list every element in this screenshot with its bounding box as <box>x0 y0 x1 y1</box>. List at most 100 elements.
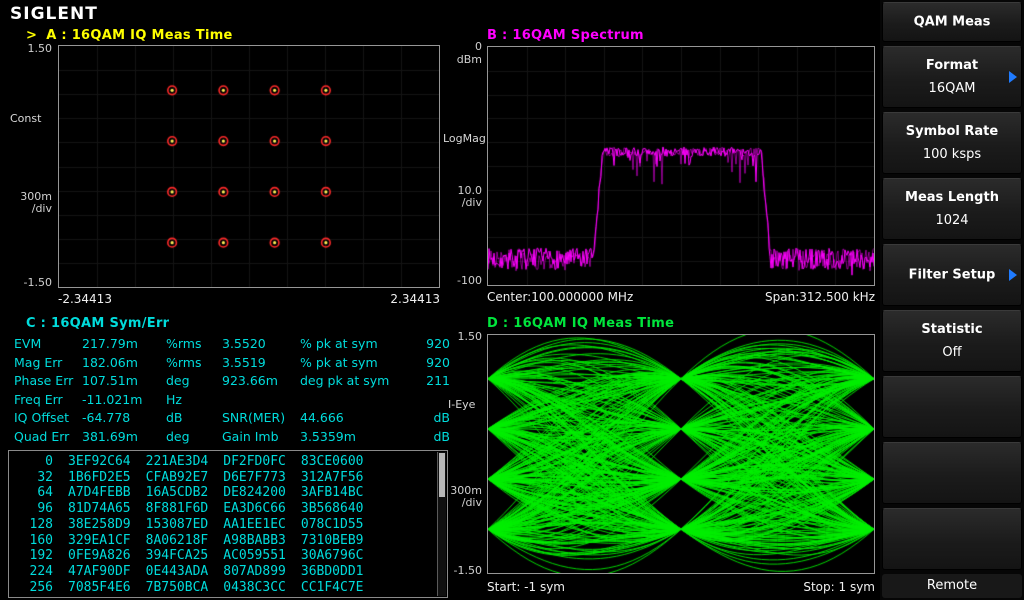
d-stop-label: Stop: 1 sym <box>803 580 875 594</box>
softkey-blank-2 <box>882 442 1022 504</box>
a-y-bottom-label: -1.50 <box>23 276 52 289</box>
softkey-menu: QAM Meas Format 16QAM Symbol Rate 100 ks… <box>880 0 1024 600</box>
meas-cell: 3.5519 <box>222 354 266 370</box>
meas-cell: Hz <box>166 391 182 407</box>
meas-cell: 44.666 <box>300 410 344 425</box>
d-trace-format-label: I-Eye <box>448 398 476 411</box>
meas-cell: IQ Offset <box>14 410 70 425</box>
d-y-top-label: 1.50 <box>457 330 483 343</box>
symbol-table-row: 96 81D74A65 8F881F6D EA3D6C66 3B568640 <box>37 501 364 517</box>
a-scale-per-div-unit: /div <box>31 202 52 215</box>
meas-cell: SNR(MER) <box>222 410 286 425</box>
remote-status[interactable]: Remote <box>882 574 1022 598</box>
menu-title-label: QAM Meas <box>913 14 991 30</box>
softkey-symbol-rate-label: Symbol Rate <box>905 124 999 139</box>
submenu-arrow-icon <box>1009 269 1017 281</box>
panel-c-title: C : 16QAM Sym/Err <box>26 316 170 331</box>
meas-cell: Quad Err <box>14 428 70 444</box>
meas-cell: %rms <box>166 336 202 351</box>
b-scale-type-label: LogMag <box>443 132 486 145</box>
active-window-marker: > <box>26 28 38 43</box>
b-scale-per-div-unit: /div <box>461 196 482 209</box>
panel-a-constellation[interactable]: > A : 16QAM IQ Meas Time 1.50 Const 300m … <box>6 26 452 310</box>
softkey-blank-1 <box>882 376 1022 438</box>
softkey-symbol-rate-value: 100 ksps <box>922 147 982 162</box>
sym-err-meas-table: EVM 217.79m %rms 3.5520% pk at sym 920 Mag Er… <box>14 336 450 447</box>
meas-cell: -64.778 <box>82 410 131 425</box>
meas-cell: deg <box>166 373 190 388</box>
constellation-canvas <box>59 46 439 287</box>
a-trace-format-label: Const <box>10 112 42 125</box>
symbol-table-row: 128 38E258D9 153087ED AA1EE1EC 078C1D55 <box>29 516 364 532</box>
meas-cell: % pk at sym <box>300 336 378 351</box>
meas-cell: deg pk at sym <box>300 373 390 388</box>
d-start-label: Start: -1 sym <box>487 580 565 594</box>
d-y-bottom-label: -1.50 <box>453 564 482 577</box>
symbol-table-row: 0 3EF92C64 221AE3D4 DF2FD0FC 83CE0600 <box>45 454 364 469</box>
eye-plot-area <box>487 334 875 574</box>
panel-b-spectrum[interactable]: B : 16QAM Spectrum 0 dBm LogMag 10.0 /di… <box>440 26 880 310</box>
symbol-table-box: 0 3EF92C64 221AE3D4 DF2FD0FC 83CE0600 32 1B6FD… <box>8 450 448 598</box>
symbol-table-row: 160 329EA1CF 8A06218F A98BABB3 7310BEB9 <box>29 532 364 548</box>
softkey-symbol-rate[interactable]: Symbol Rate 100 ksps <box>882 112 1022 174</box>
softkey-statistic-value: Off <box>942 345 962 360</box>
meas-cell: Phase Err <box>14 373 74 388</box>
meas-cell <box>222 392 300 411</box>
meas-cell: Mag Err <box>14 354 63 370</box>
meas-cell: 107.51m <box>82 373 138 388</box>
softkey-format-value: 16QAM <box>928 81 976 96</box>
meas-cell: %rms <box>166 354 202 370</box>
b-ref-unit-label: dBm <box>456 53 482 66</box>
softkey-blank-3 <box>882 508 1022 570</box>
meas-cell: 3.5359m <box>300 428 356 444</box>
submenu-arrow-icon <box>1009 71 1017 83</box>
meas-cell: deg <box>166 428 190 444</box>
b-span-label: Span:312.500 kHz <box>765 290 875 304</box>
meas-cell: dB <box>166 410 183 425</box>
b-center-freq-label: Center:100.000000 MHz <box>487 290 634 304</box>
panel-c-sym-err[interactable]: C : 16QAM Sym/Err EVM 217.79m %rms 3.5520 % … <box>6 312 452 600</box>
symbol-table-row: 192 0FE9A826 394FCA25 AC059551 30A6796C <box>29 548 364 564</box>
meas-cell: Freq Err <box>14 391 63 407</box>
meas-cell: Gain Imb <box>222 428 279 444</box>
a-x-left-label: -2.34413 <box>58 292 112 306</box>
analyzer-screen: SIGLENT > A : 16QAM IQ Meas Time 1.50 Con… <box>0 0 1024 600</box>
meas-cell: 182.06m <box>82 354 138 370</box>
meas-cell <box>300 392 412 411</box>
meas-cell: EVM <box>14 336 42 351</box>
panel-a-title: A : 16QAM IQ Meas Time <box>46 28 233 43</box>
panel-d-title: D : 16QAM IQ Meas Time <box>487 316 675 331</box>
softkey-meas-length-label: Meas Length <box>905 190 999 205</box>
softkey-meas-length-value: 1024 <box>935 213 969 228</box>
softkey-meas-length[interactable]: Meas Length 1024 <box>882 178 1022 240</box>
meas-cell: % pk at sym <box>300 354 378 370</box>
panel-b-title: B : 16QAM Spectrum <box>487 28 644 43</box>
softkey-format-label: Format <box>925 58 979 73</box>
spectrum-canvas <box>488 47 874 285</box>
panel-d-eye-diagram[interactable]: D : 16QAM IQ Meas Time 1.50 I-Eye 300m /… <box>440 312 880 600</box>
symbol-table-rows: 0 3EF92C64 221AE3D4 DF2FD0FC 83CE0600 32 1B6FD… <box>17 454 364 595</box>
constellation-plot-area <box>58 45 440 288</box>
eye-canvas <box>488 335 874 573</box>
meas-cell: 923.66m <box>222 373 278 388</box>
softkey-format[interactable]: Format 16QAM <box>882 46 1022 108</box>
softkey-statistic[interactable]: Statistic Off <box>882 310 1022 372</box>
softkey-filter-setup-label: Filter Setup <box>908 267 996 283</box>
b-ref-level-label: 0 <box>475 40 482 53</box>
symbol-table-row: 64 A7D4FEBB 16A5CDB2 DE824200 3AFB14BC <box>37 485 364 501</box>
spectrum-plot-area <box>487 46 875 286</box>
meas-cell: 381.69m <box>82 428 138 444</box>
softkey-statistic-label: Statistic <box>921 322 983 337</box>
siglent-logo: SIGLENT <box>10 4 98 24</box>
meas-cell: 3.5520 <box>222 336 266 351</box>
symbol-table-row: 224 47AF90DF 0E443ADA 807AD899 36BD0DD1 <box>29 563 364 579</box>
symbol-table-row: 256 7085F4E6 7B750BCA 0438C3CC CC1F4C7E <box>29 579 364 595</box>
symbol-table-row: 32 1B6FD2E5 CFAB92E7 D6E7F773 312A7F56 <box>37 469 364 485</box>
b-y-bottom-label: -100 <box>457 274 482 287</box>
meas-cell: -11.021m <box>82 391 143 407</box>
d-scale-per-div-unit: /div <box>461 496 482 509</box>
menu-title-qam-meas[interactable]: QAM Meas <box>882 2 1022 42</box>
softkey-filter-setup[interactable]: Filter Setup <box>882 244 1022 306</box>
a-y-top-label: 1.50 <box>27 42 53 55</box>
a-x-right-label: 2.34413 <box>390 292 440 306</box>
